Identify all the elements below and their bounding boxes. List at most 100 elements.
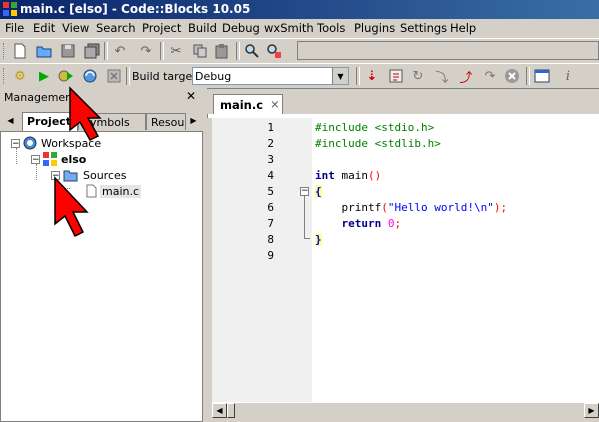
tab-scroll-right-icon[interactable]: ▶ bbox=[186, 113, 201, 128]
debug-start-icon[interactable]: ⇣ bbox=[364, 68, 380, 84]
build-target-value: Debug bbox=[195, 70, 232, 83]
toolbar-grip[interactable] bbox=[3, 43, 7, 59]
fold-toggle[interactable]: − bbox=[300, 187, 309, 196]
menu-tools[interactable]: Tools bbox=[317, 21, 345, 35]
save-icon[interactable] bbox=[60, 43, 76, 59]
tab-resources-label: Resou bbox=[151, 116, 185, 129]
cut-icon[interactable]: ✂ bbox=[168, 43, 184, 59]
menu-project[interactable]: Project bbox=[142, 21, 181, 35]
close-icon[interactable]: × bbox=[270, 97, 280, 111]
menu-settings[interactable]: Settings bbox=[400, 21, 447, 35]
menu-edit[interactable]: Edit bbox=[33, 21, 55, 35]
next-line-icon[interactable]: ↻ bbox=[410, 68, 426, 84]
abort-icon[interactable] bbox=[106, 68, 122, 84]
semicolon-token: ; bbox=[394, 217, 402, 230]
stop-debugger-icon[interactable] bbox=[504, 68, 520, 84]
code-line: } bbox=[315, 233, 322, 246]
line-number: 7 bbox=[267, 217, 274, 230]
menu-wxsmith[interactable]: wxSmith bbox=[264, 21, 314, 35]
bracket-token: () bbox=[368, 169, 382, 182]
scroll-right-icon[interactable]: ▶ bbox=[584, 403, 599, 418]
panel-splitter[interactable] bbox=[203, 88, 207, 422]
line-number: 5 bbox=[267, 185, 274, 198]
line-number: 9 bbox=[267, 249, 274, 262]
file-label: main.c bbox=[100, 184, 142, 198]
editor-tab-main-c[interactable]: main.c × bbox=[213, 94, 283, 114]
menu-file[interactable]: File bbox=[5, 21, 24, 35]
editor-tab-label: main.c bbox=[220, 98, 264, 112]
replace-icon[interactable] bbox=[266, 43, 282, 59]
menu-view[interactable]: View bbox=[62, 21, 89, 35]
bracket-token: ); bbox=[493, 201, 508, 214]
main-toolbar: ↶ ↷ ✂ bbox=[0, 38, 599, 64]
menu-build[interactable]: Build bbox=[188, 21, 217, 35]
close-icon[interactable]: ✕ bbox=[186, 89, 196, 103]
code-editor[interactable] bbox=[312, 118, 599, 402]
codeblocks-app-icon bbox=[3, 2, 17, 16]
preprocessor-token: #include <stdlib.h> bbox=[315, 137, 441, 150]
code-line: printf("Hello world!\n"); bbox=[315, 201, 508, 214]
menu-debug[interactable]: Debug bbox=[222, 21, 260, 35]
project-tree: − Workspace − elso − Sources main.c bbox=[0, 131, 203, 422]
copy-icon[interactable] bbox=[192, 43, 208, 59]
save-all-icon[interactable] bbox=[84, 43, 100, 59]
line-number: 6 bbox=[267, 201, 274, 214]
collapse-toggle[interactable]: − bbox=[11, 138, 20, 148]
info-icon[interactable]: i bbox=[560, 68, 576, 84]
paste-icon[interactable] bbox=[214, 43, 230, 59]
annotation-arrow-icon bbox=[69, 86, 102, 141]
toolbar-separator bbox=[126, 67, 130, 85]
menu-help[interactable]: Help bbox=[450, 21, 476, 35]
rebuild-icon[interactable] bbox=[82, 68, 98, 84]
number-token: 0 bbox=[387, 217, 395, 230]
string-token: "Hello world!\n" bbox=[387, 201, 494, 214]
code-completion-toolbar bbox=[297, 41, 599, 60]
find-icon[interactable] bbox=[244, 43, 260, 59]
code-line: return 0; bbox=[315, 217, 402, 230]
new-file-icon[interactable] bbox=[12, 43, 28, 59]
step-into-icon[interactable]: ⤵ bbox=[434, 68, 450, 86]
collapse-toggle[interactable]: − bbox=[31, 154, 40, 164]
window-title: main.c [elso] - Code::Blocks 10.05 bbox=[20, 2, 251, 16]
chevron-down-icon[interactable]: ▼ bbox=[332, 68, 348, 84]
undo-icon[interactable]: ↶ bbox=[112, 43, 128, 59]
build-target-label: Build target: bbox=[132, 70, 201, 83]
workspace-icon bbox=[23, 136, 37, 150]
debug-windows-icon[interactable] bbox=[534, 68, 550, 84]
toolbar-grip[interactable] bbox=[3, 68, 7, 84]
fold-end bbox=[304, 238, 310, 239]
project-icon bbox=[43, 152, 57, 166]
next-instruction-icon[interactable]: ↷ bbox=[482, 68, 498, 84]
step-out-icon[interactable]: ⤴ bbox=[458, 68, 474, 86]
tab-resources[interactable]: Resou bbox=[146, 113, 186, 130]
menu-bar: File Edit View Search Project Build Debu… bbox=[0, 19, 599, 37]
menu-search[interactable]: Search bbox=[96, 21, 136, 35]
code-line: { bbox=[315, 185, 322, 198]
run-to-cursor-icon[interactable] bbox=[388, 68, 404, 84]
keyword-token: return bbox=[341, 217, 382, 230]
line-number: 2 bbox=[267, 137, 274, 150]
scroll-left-icon[interactable]: ◀ bbox=[212, 403, 227, 418]
toolbar-separator bbox=[236, 42, 240, 60]
tab-scroll-left-icon[interactable]: ◀ bbox=[3, 113, 18, 128]
toolbar-separator bbox=[526, 67, 530, 85]
code-line: int main() bbox=[315, 169, 381, 182]
line-number: 1 bbox=[267, 121, 274, 134]
redo-icon[interactable]: ↷ bbox=[138, 43, 154, 59]
build-and-run-icon[interactable] bbox=[58, 68, 74, 84]
build-gear-icon[interactable]: ⚙ bbox=[12, 68, 28, 84]
open-folder-icon[interactable] bbox=[36, 43, 52, 59]
scroll-thumb[interactable] bbox=[227, 403, 235, 418]
horizontal-scrollbar[interactable]: ◀ ▶ bbox=[212, 402, 599, 419]
tree-item-project[interactable]: − elso bbox=[31, 151, 86, 167]
identifier-token: main bbox=[334, 169, 368, 182]
menu-plugins[interactable]: Plugins bbox=[354, 21, 395, 35]
run-icon[interactable]: ▶ bbox=[36, 68, 52, 84]
preprocessor-token: #include <stdio.h> bbox=[315, 121, 435, 134]
build-target-select[interactable]: Debug ▼ bbox=[192, 67, 349, 85]
code-line: #include <stdio.h> bbox=[315, 121, 434, 134]
fold-line bbox=[304, 196, 305, 238]
